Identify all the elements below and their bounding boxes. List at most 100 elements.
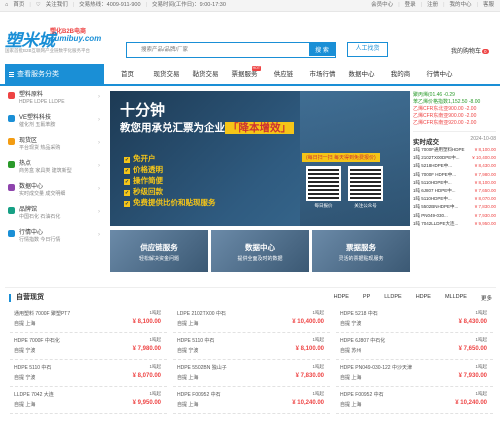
nav-item-label: 数据中心 <box>348 71 375 78</box>
nav-item[interactable]: 票据服务 HOT <box>225 64 264 86</box>
product-card[interactable]: HDPE 7000F 中石化 1吨起 自提 宁波 ¥ 7,980.00 <box>10 333 167 360</box>
product-card[interactable]: LLDPE 7042 大连 1吨起 自提 上海 ¥ 9,950.00 <box>10 387 167 414</box>
realtime-row[interactable]: 1吨 6J807 HDPE中... ¥ 7,650.00 <box>413 187 496 195</box>
realtime-row[interactable]: 1吨 2102TX00DPE中... ¥ 10,400.00 <box>413 154 496 162</box>
sidebar-category[interactable]: 行情中心 行情指数 今日行情 › <box>5 226 104 249</box>
realtime-name: 1吨 5110HDPE中... <box>413 196 452 202</box>
realtime-price: ¥ 7,650.00 <box>474 188 496 194</box>
service-tile[interactable]: 数据中心 提供全面及时的数据 <box>211 230 309 272</box>
sidebar-category[interactable]: VE塑料科技 催化剂 五氟苯胺 › <box>5 111 104 134</box>
menu-icon <box>9 72 14 73</box>
service-tiles: 供应链服务 轻松解决资金问题 数据中心 提供全面及时的数据 票据服务 灵活的票据贴现服务 <box>110 230 410 272</box>
category-sub: 行情指数 今日行情 <box>19 237 61 243</box>
sidebar-category[interactable]: 塑料原料 HDPE LDPE LLDPE › <box>5 88 104 111</box>
category-title: 现货区 <box>19 138 38 144</box>
all-categories-label: 查看服务分类 <box>17 71 59 78</box>
category-title: 塑料原料 <box>19 92 44 98</box>
realtime-name: 1吨 5218HDPE中... <box>413 163 453 169</box>
sidebar-category[interactable]: 热点 商务盒 家具类 建筑新型 › <box>5 157 104 180</box>
product-location: 自提 上海 <box>177 402 199 408</box>
register-link[interactable]: 注册 <box>427 0 438 11</box>
product-tab[interactable]: HDPE <box>416 294 431 302</box>
product-card[interactable]: HDPE 6J807 中石化 1吨起 自提 苏州 ¥ 7,650.00 <box>336 333 493 360</box>
product-card[interactable]: HDPE 5110 中石 1吨起 自提 宁波 ¥ 8,100.00 <box>173 333 330 360</box>
product-location: 自提 宁波 <box>340 321 362 327</box>
realtime-row[interactable]: 1吨 5218HDPE中... ¥ 8,430.00 <box>413 162 496 170</box>
follow-link[interactable]: 关注我们 <box>46 0 68 11</box>
realtime-row[interactable]: 1吨 PN049-030... ¥ 7,930.00 <box>413 212 496 220</box>
product-card[interactable]: LDPE 2102TX00 中石 1吨起 自提 上海 ¥ 10,400.00 <box>173 306 330 333</box>
nav-item[interactable]: 市场行情 <box>303 64 342 86</box>
realtime-name: 1吨 7042LLDPE大连... <box>413 220 459 226</box>
product-tab[interactable]: MLLDPE <box>445 294 467 302</box>
product-card[interactable]: HDPE 5110 中石 1吨起 自提 宁波 ¥ 8,070.00 <box>10 360 167 387</box>
realtime-row[interactable]: 1吨 5110HDPE中... ¥ 8,100.00 <box>413 179 496 187</box>
sidebar-category[interactable]: 数据中心 实时成交量 成交明细 › <box>5 180 104 203</box>
quote-line[interactable]: 乙烯CFR东南亚900.00 -2.00 <box>413 113 496 120</box>
category-title: 行情中心 <box>19 230 44 236</box>
realtime-row[interactable]: 1吨 7000F HDPE中... ¥ 7,980.00 <box>413 171 496 179</box>
assistant-link[interactable]: 客服 <box>483 0 494 11</box>
nav-item[interactable]: 行情中心 <box>420 64 459 86</box>
products-section: 自营现货 HDPE PP LLDPE HDPE MLLDPE 更多 通用塑料 7000F … <box>5 287 496 421</box>
realtime-price: ¥ 8,070.00 <box>474 196 496 202</box>
quote-line[interactable]: 聚丙烯(01.46 -0.29 <box>413 92 496 99</box>
realtime-name: 1吨 7000F HDPE中... <box>413 171 457 177</box>
chevron-right-icon: › <box>98 163 100 169</box>
feature-text: 免费提供比价和贴现服务 <box>133 198 216 207</box>
service-tile[interactable]: 供应链服务 轻松解决资金问题 <box>110 230 208 272</box>
product-card[interactable]: HDPE PN049-030-122 中沙天津 1吨起 自提 上海 ¥ 7,930.0… <box>336 360 493 387</box>
nav-item[interactable]: 首页 <box>108 64 147 86</box>
realtime-row[interactable]: 1吨 7042LLDPE大连... ¥ 9,950.00 <box>413 220 496 228</box>
product-tab[interactable]: PP <box>363 294 370 302</box>
product-name: HDPE F00952 中石 <box>340 392 384 398</box>
category-icon <box>8 138 15 145</box>
manual-search-button[interactable]: 人工找货 <box>347 42 388 57</box>
quote-line[interactable]: 苯乙烯价格指数1,152.50 -8.00 <box>413 99 496 106</box>
nav-item-label: 票据服务 <box>231 71 258 78</box>
sidebar-category[interactable]: 品牌馆 中国石化 石油石化 › <box>5 203 104 226</box>
sidebar-category[interactable]: 现货区 平台现货 热品采购 › <box>5 134 104 157</box>
nav-item[interactable]: 黏货交易 <box>186 64 225 86</box>
nav-item[interactable]: 现货交易 <box>147 64 186 86</box>
cart-button[interactable]: 我的购物车 0 <box>451 46 489 55</box>
realtime-name: 1吨 5110HDPE中... <box>413 179 452 185</box>
home-link[interactable]: 首页 <box>13 0 24 11</box>
realtime-name: 1吨 5502BNHDPE中... <box>413 204 459 210</box>
logo-domain: sumibuy.com <box>50 34 102 43</box>
realtime-price: ¥ 8,100.00 <box>474 147 496 152</box>
realtime-name: 1吨 2102TX00DPE中... <box>413 155 460 161</box>
search-button[interactable]: 搜 索 <box>309 43 335 56</box>
product-card[interactable]: HDPE F00952 中石 1吨起 自提 上海 ¥ 10,240.00 <box>336 387 493 414</box>
search-input[interactable] <box>129 44 309 56</box>
realtime-row[interactable]: 1吨 5502BNHDPE中... ¥ 7,830.00 <box>413 203 496 211</box>
product-card[interactable]: HDPE 5502BN 独山子 1吨起 自提 上海 ¥ 7,830.00 <box>173 360 330 387</box>
nav-item[interactable]: 供应链 <box>264 64 303 86</box>
realtime-row[interactable]: 1吨 7000F通用塑料HDPE ¥ 8,100.00 <box>413 146 496 154</box>
login-link[interactable]: 登录 <box>405 0 416 11</box>
hot-badge: HOT <box>251 66 261 71</box>
promo-banner[interactable]: 十分钟 教您用承兑汇票为企业 「降本增效」 ✓ 免开户 ✓ 价格透明 ✓ 操作简便 ✓ 秒级回款… <box>110 91 410 226</box>
banner-highlight: 「降本增效」 <box>225 122 294 134</box>
product-card[interactable]: HDPE F00952 中石 1吨起 自提 上海 ¥ 10,240.00 <box>173 387 330 414</box>
product-price: ¥ 10,240.00 <box>292 400 324 406</box>
realtime-price: ¥ 7,830.00 <box>474 204 496 210</box>
product-tab[interactable]: LLDPE <box>384 294 401 302</box>
product-tab[interactable]: 更多 <box>481 294 492 302</box>
realtime-row[interactable]: 1吨 5110HDPE中... ¥ 8,070.00 <box>413 195 496 203</box>
products-title: 自营现货 <box>9 294 44 302</box>
site-logo[interactable]: 塑米城 塑化B2B电商 sumibuy.com 国家首批B2B互联网产业链数字化… <box>5 26 101 53</box>
product-card[interactable]: 通用塑料 7000F 聚塑PT7 1吨起 自提 上海 ¥ 8,100.00 <box>10 306 167 333</box>
quote-line[interactable]: 乙烯CFR东北亚900.00 -2.00 <box>413 106 496 113</box>
my-center-link[interactable]: 我的中心 <box>450 0 472 11</box>
product-tab[interactable]: HDPE <box>334 294 349 302</box>
nav-item[interactable]: 数据中心 <box>342 64 381 86</box>
all-categories-button[interactable]: 查看服务分类 <box>5 64 104 86</box>
nav-item[interactable]: 我的商 <box>381 64 420 86</box>
chevron-right-icon: › <box>98 117 100 123</box>
member-center-link[interactable]: 会员中心 <box>371 0 393 11</box>
quote-line[interactable]: 乙烯CFR东南亚920.00 -2.00 <box>413 120 496 127</box>
product-card[interactable]: HDPE 5218 中石 1吨起 自提 宁波 ¥ 8,430.00 <box>336 306 493 333</box>
home-icon[interactable]: ⌂ <box>5 0 8 11</box>
service-tile[interactable]: 票据服务 灵活的票据贴现服务 <box>312 230 410 272</box>
